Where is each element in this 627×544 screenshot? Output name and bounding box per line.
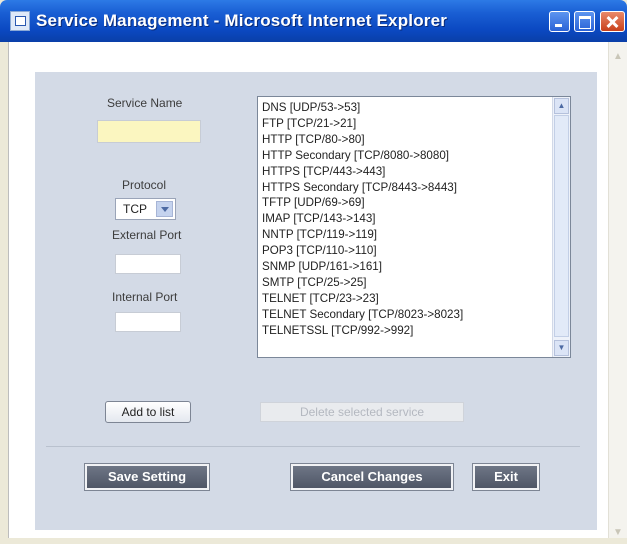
service-name-label: Service Name — [107, 96, 183, 110]
list-item[interactable]: HTTP [TCP/80->80] — [262, 132, 570, 148]
list-item[interactable]: IMAP [TCP/143->143] — [262, 211, 570, 227]
protocol-label: Protocol — [122, 178, 167, 192]
minimize-icon[interactable] — [549, 11, 570, 32]
list-scroll-up-icon[interactable]: ▲ — [554, 98, 569, 114]
delete-service-button[interactable]: Delete selected service — [260, 402, 464, 422]
list-item[interactable]: HTTPS Secondary [TCP/8443->8443] — [262, 180, 570, 196]
exit-button[interactable]: Exit — [473, 464, 539, 490]
ie-page-icon — [10, 11, 30, 31]
list-item[interactable]: HTTP Secondary [TCP/8080->8080] — [262, 148, 570, 164]
service-name-input[interactable] — [97, 120, 201, 143]
maximize-icon[interactable] — [574, 11, 595, 32]
title-bar: Service Management - Microsoft Internet … — [0, 0, 627, 42]
list-item[interactable]: POP3 [TCP/110->110] — [262, 243, 570, 259]
external-port-label: External Port — [112, 228, 182, 242]
scroll-down-arrow-icon[interactable]: ▼ — [611, 526, 625, 540]
external-port-input[interactable] — [115, 254, 181, 274]
list-scroll-thumb[interactable] — [554, 115, 569, 337]
list-scroll-down-icon[interactable]: ▼ — [554, 340, 569, 356]
protocol-value: TCP — [123, 202, 147, 216]
page-scrollbar[interactable]: ▲ ▼ — [608, 42, 627, 538]
window-title: Service Management - Microsoft Internet … — [36, 11, 448, 30]
service-list[interactable]: DNS [UDP/53->53] FTP [TCP/21->21] HTTP [TC… — [257, 96, 571, 358]
list-item[interactable]: TELNET [TCP/23->23] — [262, 291, 570, 307]
list-item[interactable]: HTTPS [TCP/443->443] — [262, 164, 570, 180]
list-scrollbar[interactable]: ▲ ▼ — [552, 97, 570, 357]
list-item[interactable]: FTP [TCP/21->21] — [262, 116, 570, 132]
list-item[interactable]: TELNETSSL [TCP/992->992] — [262, 323, 570, 339]
cancel-changes-button[interactable]: Cancel Changes — [291, 464, 453, 490]
internal-port-label: Internal Port — [112, 290, 178, 304]
save-setting-button[interactable]: Save Setting — [85, 464, 209, 490]
divider — [46, 446, 580, 447]
list-item[interactable]: TELNET Secondary [TCP/8023->8023] — [262, 307, 570, 323]
list-item[interactable]: TFTP [UDP/69->69] — [262, 195, 570, 211]
scroll-up-arrow-icon[interactable]: ▲ — [611, 50, 625, 64]
list-item[interactable]: SNMP [UDP/161->161] — [262, 259, 570, 275]
add-to-list-button[interactable]: Add to list — [105, 401, 191, 423]
protocol-select[interactable]: TCP — [115, 198, 176, 220]
internal-port-input[interactable] — [115, 312, 181, 332]
list-item[interactable]: NNTP [TCP/119->119] — [262, 227, 570, 243]
close-icon[interactable] — [600, 11, 625, 32]
list-item[interactable]: SMTP [TCP/25->25] — [262, 275, 570, 291]
browser-window: Service Management - Microsoft Internet … — [0, 0, 627, 544]
chevron-down-icon[interactable] — [156, 201, 173, 217]
list-item[interactable]: DNS [UDP/53->53] — [262, 100, 570, 116]
